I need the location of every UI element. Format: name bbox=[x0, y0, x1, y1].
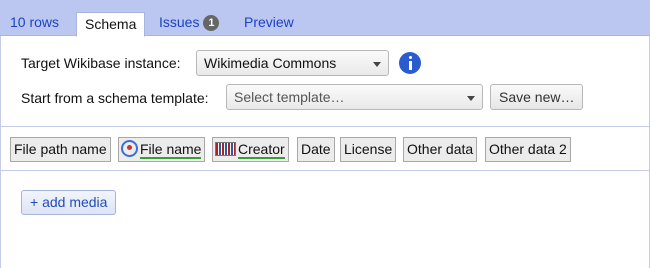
commons-icon bbox=[121, 140, 138, 158]
column-chip-label: Date bbox=[301, 141, 331, 157]
column-chip-label: Creator bbox=[238, 141, 285, 159]
save-new-button[interactable]: Save new… bbox=[490, 84, 584, 110]
column-chip-other-data[interactable]: Other data bbox=[403, 137, 478, 162]
column-chip-license[interactable]: License bbox=[340, 137, 397, 162]
creator-icon bbox=[215, 141, 236, 156]
add-media-button[interactable]: + add media bbox=[21, 190, 117, 215]
column-chip-file-path-name[interactable]: File path name bbox=[10, 137, 111, 162]
column-chip-label: Other data bbox=[407, 141, 474, 157]
chevron-down-icon bbox=[467, 96, 475, 101]
divider bbox=[0, 126, 650, 127]
instance-label: Target Wikibase instance: bbox=[21, 55, 181, 71]
tab-issues[interactable]: Issues 1 bbox=[159, 8, 220, 36]
tab-schema[interactable]: Schema bbox=[76, 12, 146, 37]
template-label: Start from a schema template: bbox=[21, 90, 209, 106]
column-chip-file-name[interactable]: File name bbox=[118, 137, 206, 162]
column-chip-other-data-2[interactable]: Other data 2 bbox=[485, 137, 571, 162]
instance-select-value: Wikimedia Commons bbox=[204, 55, 337, 71]
tab-bar: 10 rows Schema Issues 1 Preview bbox=[0, 0, 650, 37]
divider bbox=[0, 170, 650, 171]
instance-select[interactable]: Wikimedia Commons bbox=[196, 50, 389, 76]
column-chip-label: File name bbox=[140, 141, 202, 159]
template-select-placeholder: Select template… bbox=[234, 89, 345, 105]
column-chip-date[interactable]: Date bbox=[297, 137, 335, 162]
issues-count-badge: 1 bbox=[203, 15, 220, 31]
column-chip-label: Other data 2 bbox=[489, 141, 567, 157]
column-chip-label: File path name bbox=[14, 141, 107, 157]
column-chip-creator[interactable]: Creator bbox=[212, 137, 289, 162]
template-select[interactable]: Select template… bbox=[226, 84, 483, 110]
info-icon[interactable] bbox=[399, 52, 421, 74]
tab-rows[interactable]: 10 rows bbox=[10, 8, 59, 36]
tab-preview[interactable]: Preview bbox=[244, 8, 294, 36]
chevron-down-icon bbox=[373, 62, 381, 67]
column-chip-label: License bbox=[344, 141, 393, 157]
tab-issues-label: Issues bbox=[159, 14, 200, 30]
